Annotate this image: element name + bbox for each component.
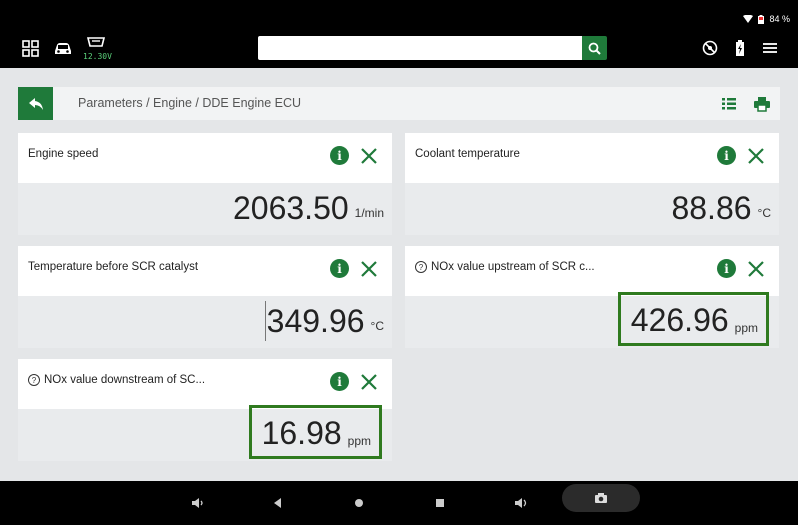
- breadcrumb: Parameters / Engine / DDE Engine ECU: [78, 96, 302, 110]
- battery-voltage: 12.30V: [83, 52, 112, 61]
- parameter-unit: ppm: [734, 321, 758, 335]
- search-input[interactable]: [258, 36, 583, 60]
- navigation-bar: [0, 481, 798, 525]
- app-toolbar: 12.30V: [0, 30, 798, 68]
- volume-up-icon[interactable]: [513, 495, 529, 511]
- card-header: Coolant temperature i: [405, 133, 779, 183]
- close-icon[interactable]: [747, 260, 765, 278]
- card-title: Coolant temperature: [415, 148, 520, 160]
- card-header: Engine speed i: [18, 133, 392, 183]
- close-icon[interactable]: [360, 260, 378, 278]
- status-bar: 84 %: [0, 0, 798, 30]
- print-icon[interactable]: [753, 95, 771, 113]
- home-nav-icon[interactable]: [351, 495, 367, 511]
- parameter-value: 349.96: [266, 303, 365, 339]
- close-icon[interactable]: [360, 147, 378, 165]
- card-title: Temperature before SCR catalyst: [28, 261, 199, 273]
- menu-icon[interactable]: [759, 38, 781, 58]
- card-title: ? NOx value downstream of SC...: [28, 374, 205, 386]
- parameter-value: 2063.50: [232, 190, 349, 226]
- value-display: 2063.50 1/min: [233, 188, 384, 228]
- battery-percent: 84 %: [769, 14, 790, 24]
- help-icon: ?: [28, 374, 40, 386]
- list-view-icon[interactable]: [720, 95, 738, 113]
- camera-icon: [595, 493, 607, 503]
- back-arrow-icon: [28, 97, 43, 110]
- parameter-card-nox-upstream: ? NOx value upstream of SCR c... i 426.96…: [405, 246, 779, 348]
- value-display: 88.86 °C: [671, 188, 771, 228]
- status-icons: 84 %: [743, 14, 790, 24]
- parameter-unit: °C: [370, 319, 384, 333]
- parameter-value: 426.96: [630, 302, 729, 338]
- grid-icon[interactable]: [20, 38, 42, 58]
- value-display: 349.96 °C: [264, 301, 384, 341]
- value-display-highlighted: 16.98 ppm: [248, 405, 382, 459]
- info-icon[interactable]: i: [717, 259, 736, 278]
- close-icon[interactable]: [747, 147, 765, 165]
- close-icon[interactable]: [360, 373, 378, 391]
- card-header: ? NOx value upstream of SCR c... i: [405, 246, 779, 296]
- card-header: ? NOx value downstream of SC... i: [18, 359, 392, 409]
- card-header: Temperature before SCR catalyst i: [18, 246, 392, 296]
- parameter-card-coolant-temperature: Coolant temperature i 88.86 °C: [405, 133, 779, 235]
- car-icon[interactable]: [52, 38, 74, 58]
- recents-nav-icon[interactable]: [432, 495, 448, 511]
- no-connection-icon[interactable]: [699, 38, 721, 58]
- value-display-highlighted: 426.96 ppm: [617, 292, 769, 346]
- card-title: Engine speed: [28, 148, 99, 160]
- battery-charging-icon[interactable]: [729, 38, 751, 58]
- battery-icon: [758, 14, 765, 24]
- info-icon[interactable]: i: [717, 146, 736, 165]
- parameter-value: 16.98: [261, 415, 342, 451]
- parameter-unit: ppm: [347, 434, 371, 448]
- parameter-card-temperature-before-scr: Temperature before SCR catalyst i 349.96…: [18, 246, 392, 348]
- parameter-unit: °C: [757, 206, 771, 220]
- parameter-card-nox-downstream: ? NOx value downstream of SC... i 16.98 p…: [18, 359, 392, 461]
- help-icon: ?: [415, 261, 427, 273]
- info-icon[interactable]: i: [330, 372, 349, 391]
- search-button[interactable]: [582, 36, 607, 60]
- info-icon[interactable]: i: [330, 259, 349, 278]
- volume-down-icon[interactable]: [190, 495, 206, 511]
- back-nav-icon[interactable]: [270, 495, 286, 511]
- wifi-icon: [743, 15, 754, 23]
- info-icon[interactable]: i: [330, 146, 349, 165]
- back-button[interactable]: [18, 87, 53, 120]
- obd-connector-icon[interactable]: [86, 35, 106, 51]
- parameter-unit: 1/min: [354, 206, 384, 220]
- search-icon: [588, 42, 601, 55]
- screenshot-button[interactable]: [562, 484, 640, 512]
- parameter-card-engine-speed: Engine speed i 2063.50 1/min: [18, 133, 392, 235]
- parameter-value: 88.86: [671, 190, 752, 226]
- breadcrumb-bar: Parameters / Engine / DDE Engine ECU: [18, 87, 780, 120]
- card-title: ? NOx value upstream of SCR c...: [415, 261, 595, 273]
- main-content: Parameters / Engine / DDE Engine ECU Eng…: [0, 68, 798, 481]
